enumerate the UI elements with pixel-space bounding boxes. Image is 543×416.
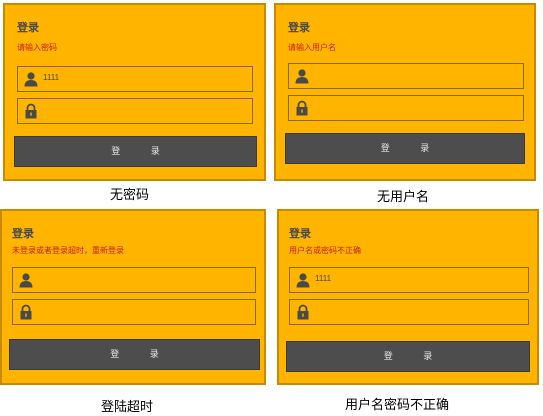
login-panel-no-username: 登录 请输入用户名 登 录 — [274, 3, 536, 181]
caption-timeout: 登陆超时 — [101, 400, 154, 415]
login-button[interactable]: 登 录 — [286, 341, 530, 372]
lock-icon — [20, 304, 32, 320]
login-panel-wrong-credentials: 登录 用户名或密码不正确 1111 登 录 — [277, 209, 539, 385]
password-field[interactable] — [289, 299, 529, 325]
username-field[interactable]: 1111 — [289, 267, 529, 293]
error-message: 用户名或密码不正确 — [289, 246, 361, 255]
login-button[interactable]: 登 录 — [14, 136, 257, 167]
login-title: 登录 — [17, 22, 39, 34]
login-title: 登录 — [289, 228, 311, 240]
username-value: 1111 — [43, 73, 60, 82]
caption-no-username: 无用户名 — [377, 190, 430, 205]
login-title: 登录 — [288, 22, 310, 34]
username-field[interactable] — [12, 267, 256, 293]
username-value: 1111 — [315, 274, 332, 283]
login-button[interactable]: 登 录 — [285, 133, 525, 164]
login-states-sheet: 登录 请输入密码 1111 登 录 登录 请输入用户名 登 录 登录 未登录或者… — [0, 0, 543, 416]
password-field[interactable] — [17, 98, 253, 124]
user-icon — [296, 273, 310, 288]
username-field[interactable]: 1111 — [17, 66, 253, 92]
error-message: 请输入密码 — [17, 43, 57, 52]
user-icon — [295, 69, 309, 84]
error-message: 未登录或者登录超时，重新登录 — [12, 246, 124, 255]
login-panel-timeout: 登录 未登录或者登录超时，重新登录 登 录 — [0, 209, 266, 385]
error-message: 请输入用户名 — [288, 43, 336, 52]
user-icon — [24, 72, 38, 87]
user-icon — [19, 273, 33, 288]
login-button[interactable]: 登 录 — [9, 339, 260, 370]
lock-icon — [297, 304, 309, 320]
lock-icon — [296, 100, 308, 116]
caption-no-password: 无密码 — [110, 188, 150, 203]
lock-icon — [25, 103, 37, 119]
password-field[interactable] — [12, 299, 256, 325]
login-panel-no-password: 登录 请输入密码 1111 登 录 — [3, 3, 266, 181]
caption-wrong-credentials: 用户名密码不正确 — [345, 398, 450, 413]
username-field[interactable] — [288, 63, 524, 89]
login-title: 登录 — [12, 228, 34, 240]
password-field[interactable] — [288, 95, 524, 121]
